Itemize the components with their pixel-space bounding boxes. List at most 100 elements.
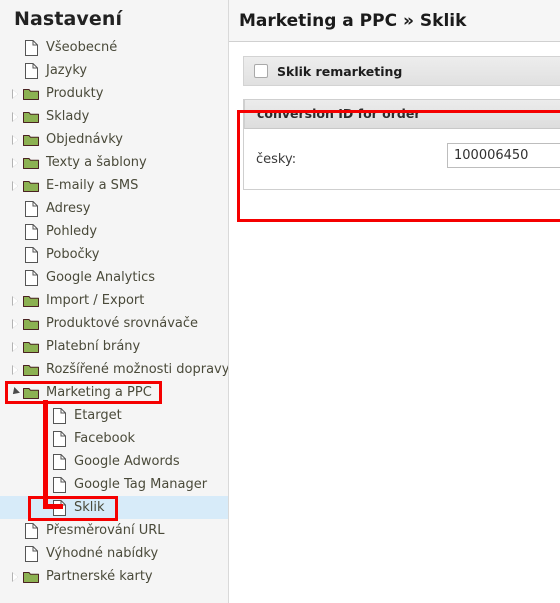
page-icon <box>50 450 68 473</box>
sidebar-item-objedn-vky[interactable]: Objednávky <box>0 128 228 151</box>
chevron-right-icon[interactable] <box>10 151 22 174</box>
sidebar-item-label: Rozšířené možnosti dopravy <box>46 362 229 377</box>
content-body: Sklik remarketing conversion ID for orde… <box>229 42 560 190</box>
sidebar-item-sklik[interactable]: Sklik <box>0 496 228 519</box>
sidebar-item-google-tag-manager[interactable]: Google Tag Manager <box>0 473 228 496</box>
sklik-remarketing-checkbox[interactable] <box>254 64 268 78</box>
folder-icon <box>22 381 40 404</box>
sidebar-item-facebook[interactable]: Facebook <box>0 427 228 450</box>
sklik-remarketing-row[interactable]: Sklik remarketing <box>243 56 560 86</box>
page-icon <box>22 36 40 59</box>
sidebar-item-label: Objednávky <box>46 132 124 147</box>
sidebar-item-label: E-maily a SMS <box>46 178 139 193</box>
sidebar-item-pohledy[interactable]: Pohledy <box>0 220 228 243</box>
sidebar-item-label: Google Adwords <box>74 454 180 469</box>
sidebar-item-label: Produkty <box>46 86 104 101</box>
page-icon <box>50 496 68 519</box>
cesky-field-label: česky: <box>256 151 297 167</box>
sidebar-item-v-hodn-nab-dky[interactable]: Výhodné nabídky <box>0 542 228 565</box>
page-icon <box>50 473 68 496</box>
folder-icon <box>22 312 40 335</box>
sklik-remarketing-label: Sklik remarketing <box>277 63 403 79</box>
folder-icon <box>22 174 40 197</box>
sidebar-item-produkty[interactable]: Produkty <box>0 82 228 105</box>
folder-icon <box>22 358 40 381</box>
sidebar-item-label: Facebook <box>74 431 136 446</box>
sidebar-item-roz-en-mo-nosti-dopravy[interactable]: Rozšířené možnosti dopravy <box>0 358 228 381</box>
breadcrumb: Marketing a PPC » Sklik <box>239 10 467 31</box>
folder-icon <box>22 151 40 174</box>
settings-sidebar: Nastavení Všeobecné Jazyky Produkty Sklady O… <box>0 0 229 603</box>
page-icon <box>50 404 68 427</box>
page-icon <box>22 220 40 243</box>
folder-icon <box>22 565 40 588</box>
main-content: Marketing a PPC » Sklik Sklik remarketin… <box>229 0 560 603</box>
sidebar-item-partnersk-karty[interactable]: Partnerské karty <box>0 565 228 588</box>
folder-icon <box>22 289 40 312</box>
chevron-right-icon[interactable] <box>10 105 22 128</box>
sidebar-item-label: Pobočky <box>46 247 100 262</box>
chevron-down-icon[interactable] <box>10 381 22 404</box>
page-icon <box>22 542 40 565</box>
sidebar-item-sklady[interactable]: Sklady <box>0 105 228 128</box>
sidebar-item-label: Všeobecné <box>46 40 118 55</box>
sidebar-item-label: Sklady <box>46 109 90 124</box>
sidebar-item-label: Marketing a PPC <box>46 385 152 400</box>
conversion-id-panel: conversion ID for order česky: <box>243 99 560 190</box>
page-title: Nastavení <box>14 8 123 30</box>
cesky-conversion-id-input[interactable] <box>447 143 560 168</box>
sidebar-item-etarget[interactable]: Etarget <box>0 404 228 427</box>
sidebar-item-label: Jazyky <box>46 63 88 78</box>
sidebar-item-label: Produktové srovnávače <box>46 316 199 331</box>
chevron-right-icon[interactable] <box>10 565 22 588</box>
chevron-right-icon[interactable] <box>10 358 22 381</box>
chevron-right-icon[interactable] <box>10 335 22 358</box>
sidebar-item-label: Přesměrování URL <box>46 523 165 538</box>
sidebar-item-pobo-ky[interactable]: Pobočky <box>0 243 228 266</box>
conversion-id-panel-body: česky: <box>244 129 560 189</box>
sidebar-item-import-export[interactable]: Import / Export <box>0 289 228 312</box>
chevron-right-icon[interactable] <box>10 289 22 312</box>
sidebar-item-google-adwords[interactable]: Google Adwords <box>0 450 228 473</box>
sidebar-item-label: Adresy <box>46 201 91 216</box>
conversion-id-panel-title: conversion ID for order <box>244 99 560 129</box>
folder-icon <box>22 335 40 358</box>
sidebar-item-label: Pohledy <box>46 224 98 239</box>
folder-icon <box>22 128 40 151</box>
content-header: Marketing a PPC » Sklik <box>229 0 560 42</box>
sidebar-item-e-maily-a-sms[interactable]: E-maily a SMS <box>0 174 228 197</box>
sidebar-item-google-analytics[interactable]: Google Analytics <box>0 266 228 289</box>
sidebar-item-v-eobecn[interactable]: Všeobecné <box>0 36 228 59</box>
page-icon <box>22 519 40 542</box>
chevron-right-icon[interactable] <box>10 174 22 197</box>
sidebar-item-p-esm-rov-n-url[interactable]: Přesměrování URL <box>0 519 228 542</box>
sidebar-item-label: Etarget <box>74 408 122 423</box>
sidebar-item-marketing-a-ppc[interactable]: Marketing a PPC <box>0 381 228 404</box>
sidebar-item-platebn-br-ny[interactable]: Platební brány <box>0 335 228 358</box>
chevron-right-icon[interactable] <box>10 82 22 105</box>
page-icon <box>22 59 40 82</box>
sidebar-item-label: Google Tag Manager <box>74 477 208 492</box>
page-icon <box>22 243 40 266</box>
sidebar-item-label: Import / Export <box>46 293 145 308</box>
page-icon <box>22 266 40 289</box>
sidebar-item-texty-a-ablony[interactable]: Texty a šablony <box>0 151 228 174</box>
app-root: Nastavení Všeobecné Jazyky Produkty Sklady O… <box>0 0 560 603</box>
sidebar-item-label: Sklik <box>74 500 105 515</box>
sidebar-item-produktov-srovn-va-e[interactable]: Produktové srovnávače <box>0 312 228 335</box>
sidebar-item-label: Platební brány <box>46 339 141 354</box>
chevron-right-icon[interactable] <box>10 128 22 151</box>
sidebar-item-adresy[interactable]: Adresy <box>0 197 228 220</box>
chevron-right-icon[interactable] <box>10 312 22 335</box>
settings-tree: Všeobecné Jazyky Produkty Sklady Objednávky T… <box>0 36 228 588</box>
sidebar-item-jazyky[interactable]: Jazyky <box>0 59 228 82</box>
